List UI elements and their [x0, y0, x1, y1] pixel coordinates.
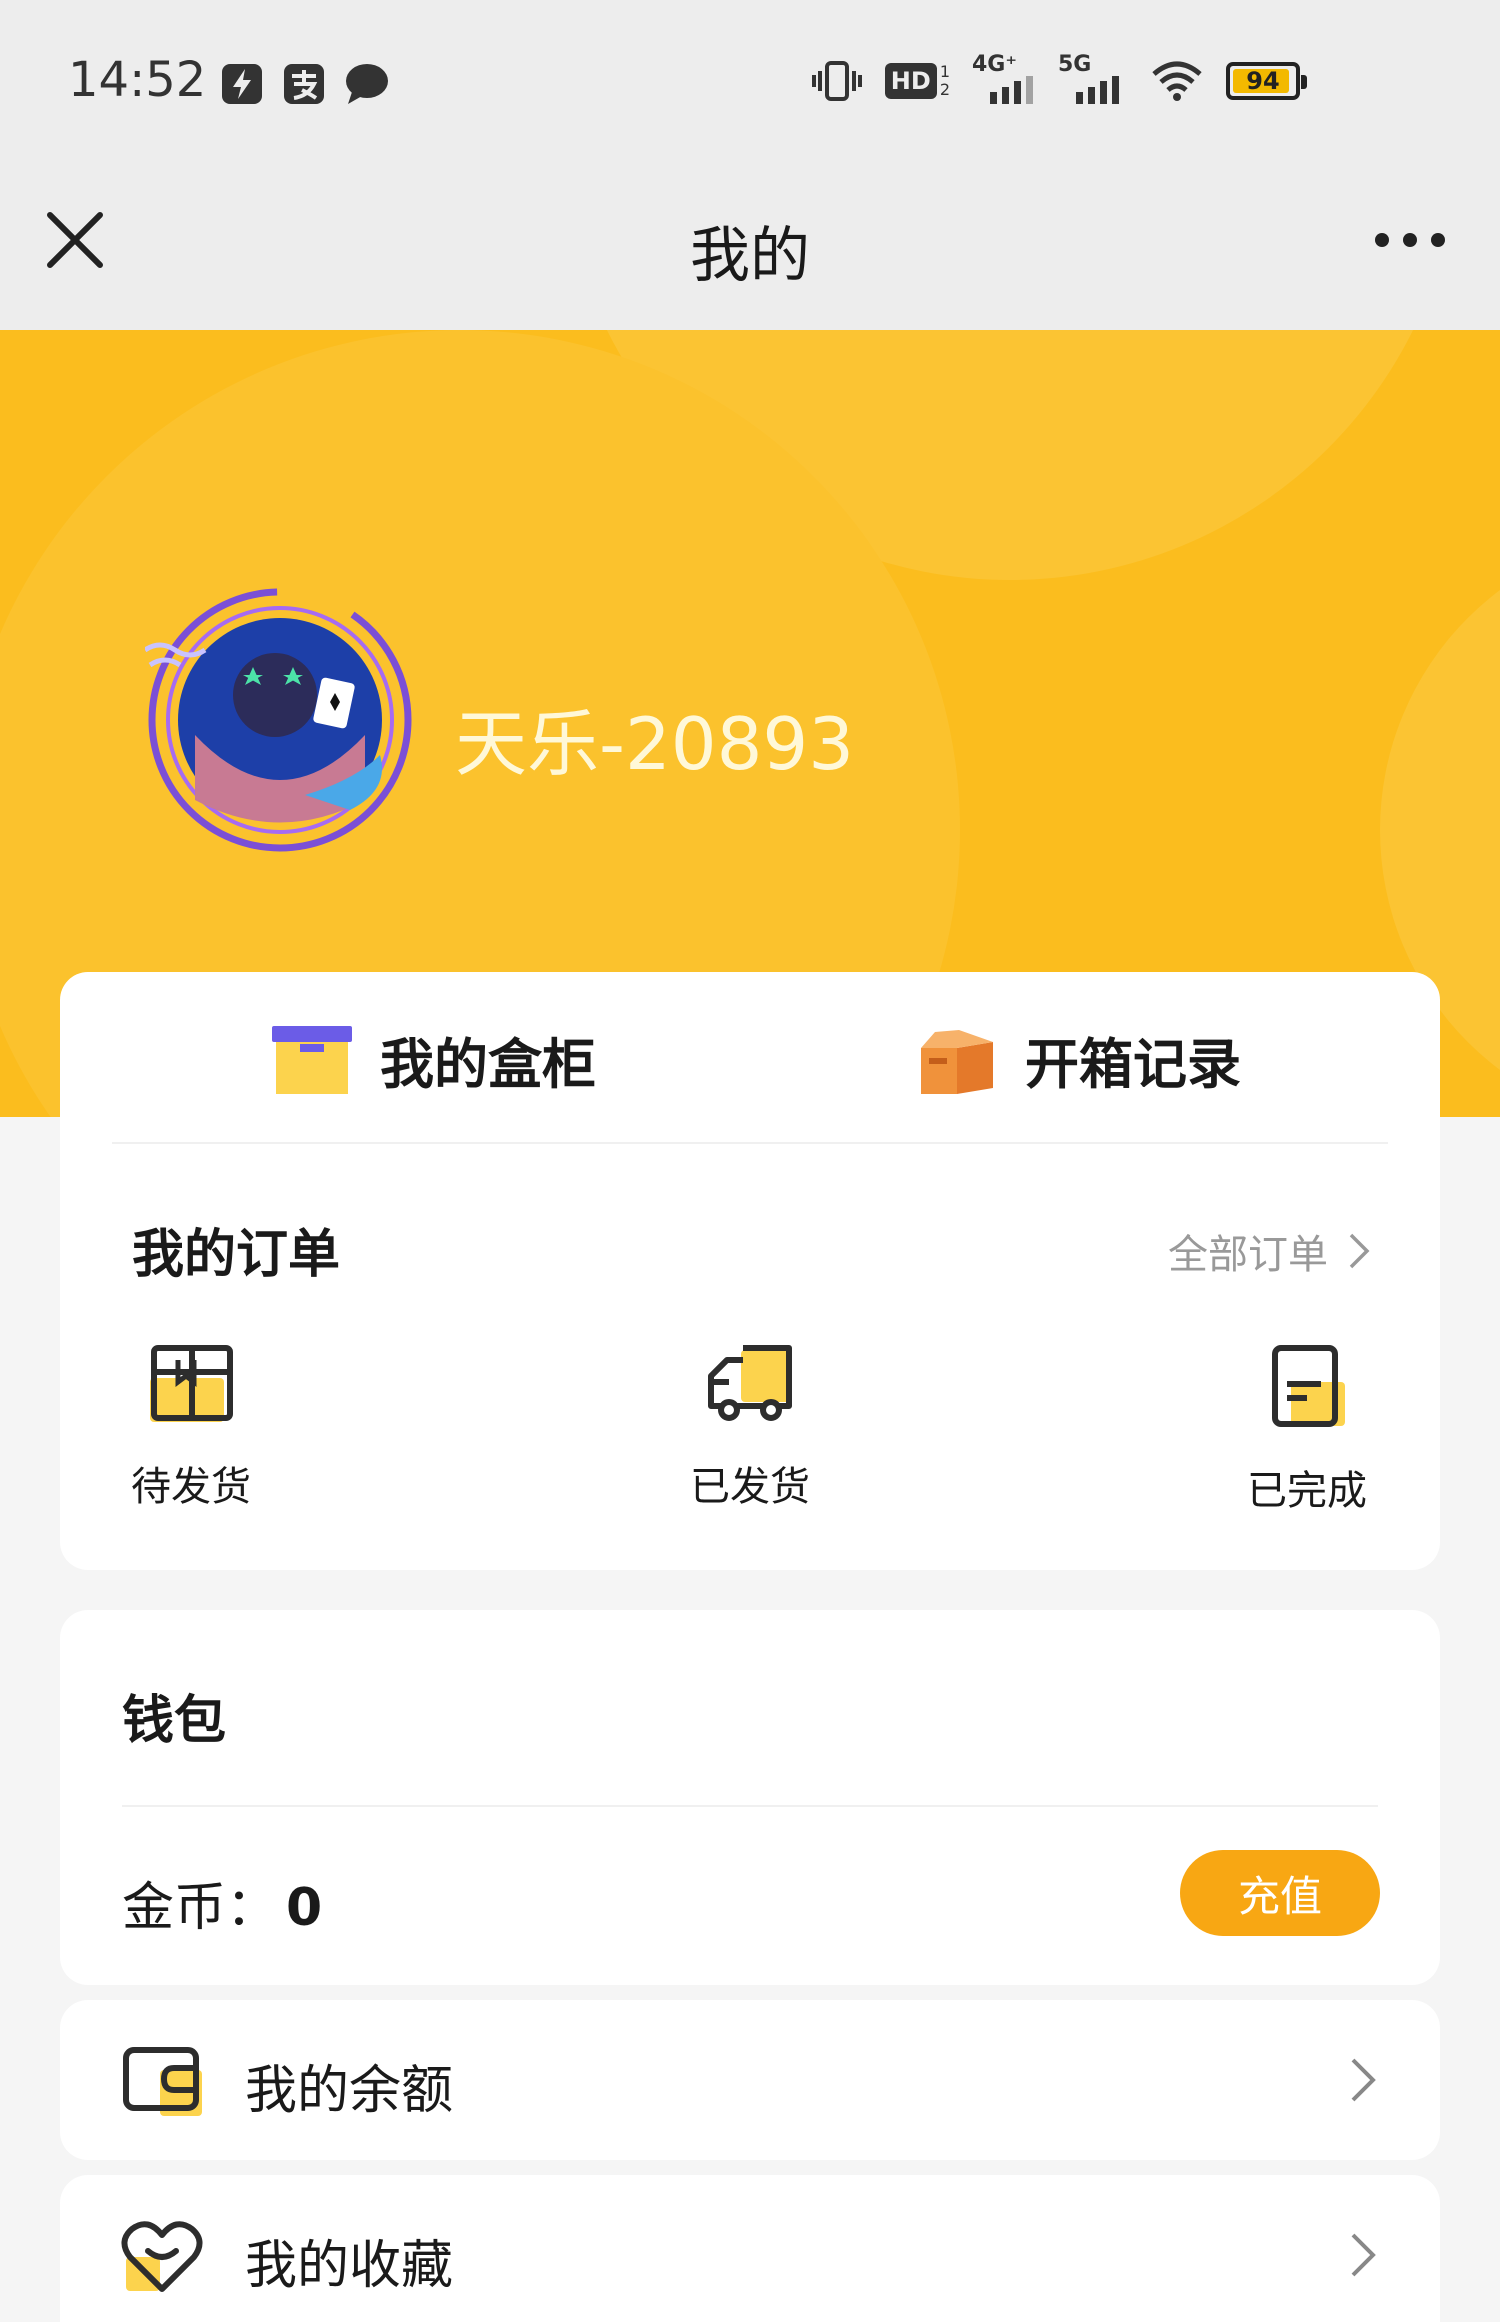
my-cabinet-button[interactable]: 我的盒柜	[270, 1020, 596, 1099]
order-pending-shipment[interactable]: 待发货	[91, 1342, 291, 1512]
username: 天乐-20893	[455, 702, 855, 786]
coins-label: 金币：	[122, 1878, 279, 1938]
hd-sim-numbers: 12	[939, 62, 950, 99]
battery-tip	[1301, 75, 1307, 89]
orders-card: 我的盒柜 开箱记录 我的订单 全部订单 待发货 已发货 已完成	[60, 972, 1440, 1570]
menu-item-favorites-label: 我的收藏	[245, 2236, 454, 2296]
hd-label: HD	[884, 63, 937, 99]
divider	[112, 1142, 1388, 1144]
4g-label: 4G⁺	[972, 52, 1017, 77]
wallet-title: 钱包	[122, 1691, 227, 1751]
order-completed[interactable]: 已完成	[1207, 1342, 1407, 1516]
all-orders-link[interactable]: 全部订单	[1168, 1222, 1370, 1280]
wallet-icon	[123, 2047, 202, 2116]
unboxing-records-label: 开箱记录	[1025, 1033, 1241, 1096]
cabinet-box-icon	[272, 1025, 352, 1094]
order-pending-shipment-label: 待发货	[131, 1464, 251, 1510]
open-box-icon	[921, 1029, 993, 1094]
battery-level: 94	[1246, 67, 1280, 95]
menu-item-balance-label: 我的余额	[245, 2061, 454, 2121]
package-icon	[150, 1345, 233, 1422]
avatar[interactable]	[145, 585, 415, 855]
wifi-icon	[1152, 61, 1202, 101]
delivery-truck-icon	[708, 1345, 792, 1421]
menu-item-balance[interactable]: 我的余额	[60, 2000, 1440, 2160]
heart-icon	[121, 2221, 203, 2292]
order-completed-label: 已完成	[1247, 1468, 1367, 1514]
signal-bars-icon	[990, 76, 1033, 104]
wallet-card: 钱包 金币： 0 充值	[60, 1610, 1440, 1985]
page-title: 我的	[690, 221, 810, 291]
chevron-right-icon	[1351, 2233, 1376, 2277]
orders-title: 我的订单	[132, 1225, 341, 1285]
unboxing-records-button[interactable]: 开箱记录	[915, 1020, 1241, 1099]
5g-label: 5G	[1058, 52, 1092, 77]
vibrate-icon	[811, 61, 862, 101]
recharge-button[interactable]: 充值	[1180, 1850, 1380, 1936]
order-shipped[interactable]: 已发货	[650, 1342, 850, 1512]
message-bubble-icon	[346, 64, 388, 104]
more-options-icon[interactable]	[1370, 220, 1450, 260]
nav-bar: 我的	[0, 165, 1500, 330]
flash-app-icon	[222, 64, 262, 104]
chevron-right-icon	[1349, 1233, 1370, 1269]
status-bar: 14:52 HD 12 4G⁺ 5G 94	[0, 0, 1500, 165]
coins-balance: 金币： 0	[122, 1865, 322, 1940]
signal-4g: 4G⁺	[972, 52, 1036, 104]
hd-indicator: HD 12	[884, 62, 950, 99]
document-check-icon	[1272, 1345, 1345, 1427]
signal-5g: 5G	[1058, 52, 1128, 104]
signal-bars-icon	[1076, 76, 1119, 104]
order-shipped-label: 已发货	[690, 1464, 810, 1510]
alipay-icon	[284, 64, 324, 104]
all-orders-label: 全部订单	[1168, 1232, 1328, 1278]
coins-value: 0	[286, 1878, 323, 1938]
chevron-right-icon	[1351, 2058, 1376, 2102]
status-time: 14:52	[68, 52, 207, 108]
menu-item-favorites[interactable]: 我的收藏	[60, 2175, 1440, 2322]
battery-indicator: 94	[1226, 62, 1307, 100]
my-cabinet-label: 我的盒柜	[380, 1033, 596, 1096]
status-indicators: HD 12 4G⁺ 5G 94	[811, 52, 1307, 104]
divider	[122, 1805, 1378, 1807]
